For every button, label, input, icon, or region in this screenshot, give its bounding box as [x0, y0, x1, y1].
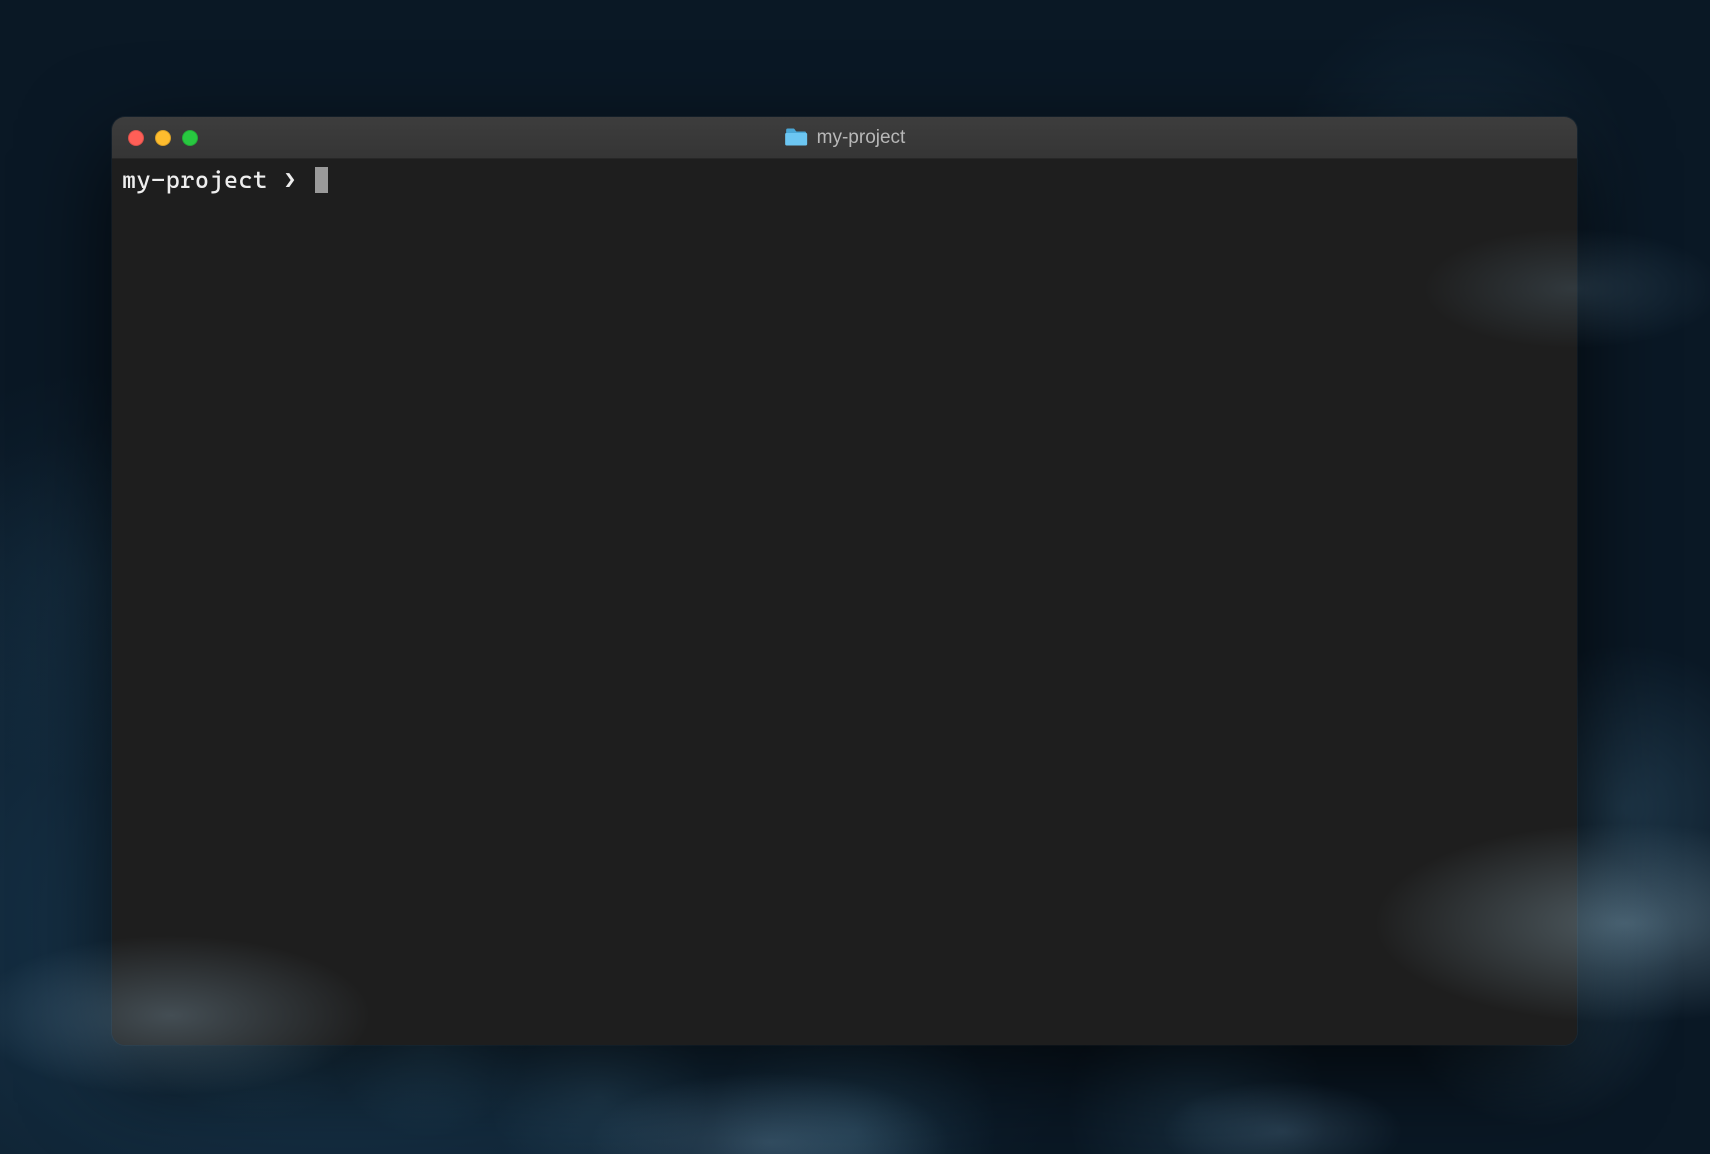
- cursor: [315, 167, 328, 193]
- prompt-directory: my-project: [122, 165, 268, 195]
- close-button[interactable]: [128, 130, 144, 146]
- prompt-separator: ❯: [282, 168, 298, 193]
- maximize-button[interactable]: [182, 130, 198, 146]
- prompt-line: my-project ❯: [122, 165, 1567, 195]
- window-title: my-project: [784, 127, 906, 149]
- window-titlebar[interactable]: my-project: [112, 117, 1577, 159]
- terminal-body[interactable]: my-project ❯: [112, 159, 1577, 1045]
- window-title-text: my-project: [817, 127, 906, 149]
- terminal-window: my-project my-project ❯: [112, 117, 1577, 1045]
- traffic-lights: [112, 130, 198, 146]
- folder-icon: [784, 128, 808, 147]
- minimize-button[interactable]: [155, 130, 171, 146]
